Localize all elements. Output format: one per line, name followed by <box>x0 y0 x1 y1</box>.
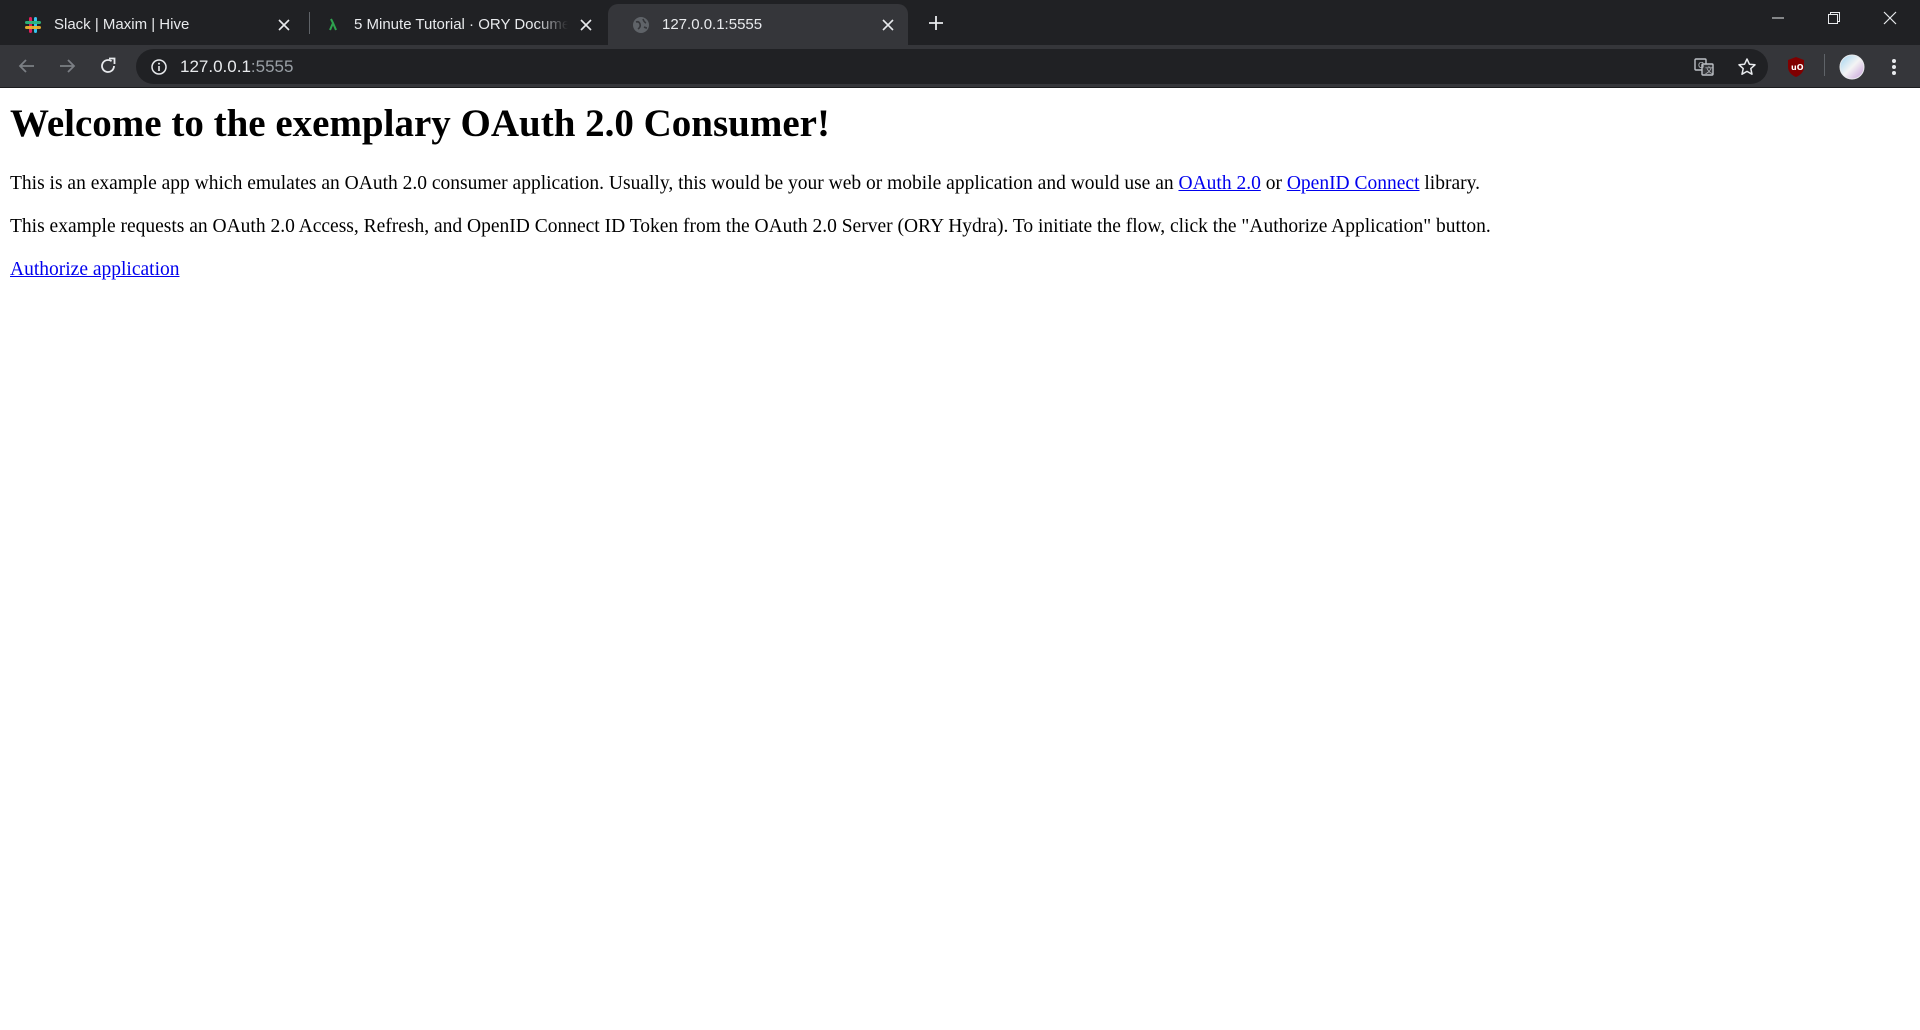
intro-text-between: or <box>1260 173 1287 194</box>
flow-description: This example requests an OAuth 2.0 Acces… <box>10 216 1491 237</box>
authorize-application-link[interactable]: Authorize application <box>10 259 179 280</box>
tab-title: 127.0.0.1:5555 <box>662 16 763 33</box>
bookmark-star-icon[interactable] <box>1737 57 1757 77</box>
openid-connect-link[interactable]: OpenID Connect <box>1287 173 1420 194</box>
tab-strip: Slack | Maxim | Hive 5 Minute Tutorial ·… <box>0 0 1920 45</box>
minimize-icon <box>1772 17 1784 19</box>
profile-avatar[interactable] <box>1837 52 1867 82</box>
forward-button[interactable] <box>52 51 82 81</box>
reload-icon <box>101 57 116 73</box>
info-icon[interactable] <box>150 58 168 76</box>
new-tab-button[interactable] <box>922 9 950 37</box>
close-icon <box>1883 11 1897 25</box>
slack-icon <box>24 16 42 34</box>
more-vertical-icon <box>1892 59 1896 75</box>
intro-paragraph: This is an example app which emulates an… <box>10 173 1480 195</box>
tab-close-icon[interactable] <box>272 13 296 37</box>
tab-title: Slack | Maxim | Hive <box>54 16 190 33</box>
tab-slack[interactable]: Slack | Maxim | Hive <box>0 4 304 45</box>
tab-close-icon[interactable] <box>876 13 900 37</box>
minimize-button[interactable] <box>1750 0 1806 36</box>
address-url[interactable]: 127.0.0.1:5555 <box>180 57 293 77</box>
back-button[interactable] <box>12 51 42 81</box>
ublock-extension-icon[interactable]: uO <box>1781 52 1811 82</box>
svg-text:文: 文 <box>1705 65 1713 75</box>
reload-button[interactable] <box>93 51 123 81</box>
page-title: Welcome to the exemplary OAuth 2.0 Consu… <box>10 102 830 145</box>
translate-icon[interactable]: G 文 <box>1694 57 1714 77</box>
tab-title: 5 Minute Tutorial · ORY Documentation <box>354 16 568 33</box>
plus-icon <box>929 16 943 30</box>
intro-text-after: library. <box>1419 173 1480 194</box>
intro-text-before: This is an example app which emulates an… <box>10 173 1179 194</box>
toolbar-divider <box>1824 54 1825 76</box>
globe-icon <box>632 16 650 34</box>
tab-close-icon[interactable] <box>574 13 598 37</box>
tab-localhost[interactable]: 127.0.0.1:5555 <box>608 4 908 45</box>
restore-button[interactable] <box>1806 0 1862 36</box>
page-content: Welcome to the exemplary OAuth 2.0 Consu… <box>0 89 1920 1030</box>
ory-icon <box>324 16 342 34</box>
svg-text:G: G <box>1698 61 1704 70</box>
close-window-button[interactable] <box>1862 0 1918 36</box>
arrow-left-icon <box>18 59 34 73</box>
browser-toolbar: 127.0.0.1:5555 G 文 uO <box>0 45 1920 88</box>
oauth2-link[interactable]: OAuth 2.0 <box>1178 173 1260 194</box>
tab-ory-tutorial[interactable]: 5 Minute Tutorial · ORY Documentation <box>300 4 606 45</box>
authorize-paragraph: Authorize application <box>10 259 179 281</box>
menu-button[interactable] <box>1879 52 1909 82</box>
url-host: 127.0.0.1 <box>180 56 251 76</box>
svg-text:uO: uO <box>1791 63 1804 72</box>
restore-icon <box>1828 12 1840 24</box>
arrow-right-icon <box>60 59 76 73</box>
url-port: :5555 <box>250 56 294 76</box>
address-bar[interactable]: 127.0.0.1:5555 G 文 <box>136 49 1768 84</box>
